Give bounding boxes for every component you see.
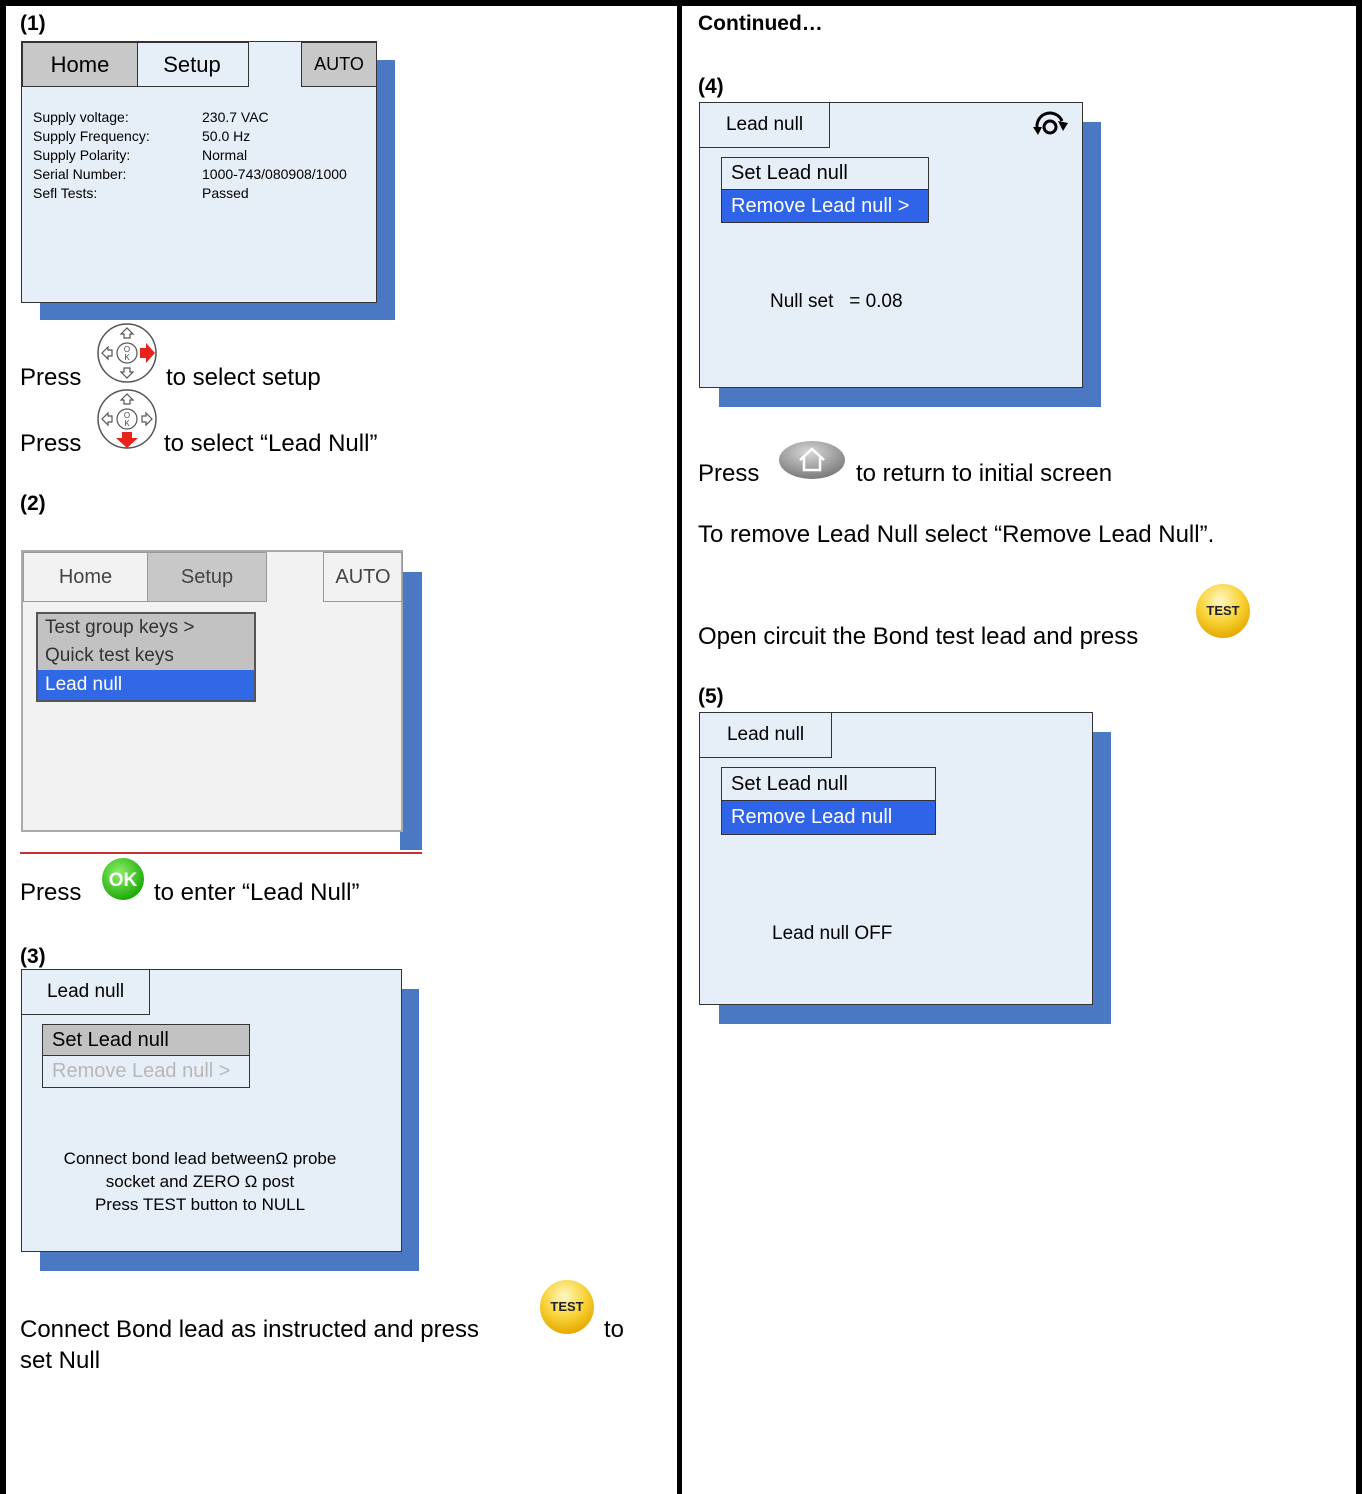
screen-1: Home Setup AUTO Supply voltage: Supply F… (21, 41, 377, 303)
svg-text:K: K (124, 353, 130, 362)
svg-text:K: K (124, 419, 130, 428)
step-1b-press: Press (20, 430, 82, 457)
menu-item-set-lead-null[interactable]: Set Lead null (722, 768, 935, 801)
test-label: TEST (1206, 603, 1239, 618)
column-divider (677, 0, 682, 1494)
menu-item-test-group-keys[interactable]: Test group keys > (38, 614, 254, 642)
info-value: 1000-743/080908/1000 (202, 166, 347, 182)
tab-lead-null[interactable]: Lead null (700, 713, 832, 758)
screen-4: Lead null Set Lead null Remove Lead null… (699, 102, 1083, 388)
info-label: Sefl Tests: (33, 185, 98, 201)
nav-pad-right-icon: O K (97, 323, 157, 383)
home-button-icon (779, 441, 845, 479)
step-3-line2: set Null (20, 1347, 101, 1374)
info-labels: Supply voltage: Supply Frequency: Supply… (33, 108, 150, 203)
menu-item-set-lead-null[interactable]: Set Lead null (722, 158, 928, 190)
screen-3: Lead null Set Lead null Remove Lead null… (21, 969, 402, 1252)
step-2-text: to enter “Lead Null” (154, 879, 360, 906)
step-4-press: Press (698, 460, 760, 487)
menu-item-lead-null[interactable]: Lead null (38, 670, 254, 700)
mode-auto[interactable]: AUTO (323, 552, 403, 602)
continued-header: Continued… (698, 12, 823, 35)
test-label: TEST (550, 1299, 583, 1314)
open-circuit-text: Open circuit the Bond test lead and pres… (698, 623, 1139, 650)
ok-label: OK (109, 870, 138, 891)
info-value: Passed (202, 185, 249, 201)
instruction-line: socket and ZERO Ω post (105, 1172, 295, 1191)
info-values: 230.7 VAC 50.0 Hz Normal 1000-743/080908… (202, 108, 347, 203)
nav-pad-down-icon: O K (97, 389, 157, 449)
menu-item-set-lead-null[interactable]: Set Lead null (43, 1025, 249, 1056)
null-set-status: Null set = 0.08 (770, 291, 903, 312)
info-value: Normal (202, 147, 248, 163)
tab-setup[interactable]: Setup (147, 552, 267, 602)
lead-null-menu: Set Lead null Remove Lead null (721, 767, 936, 835)
step-5-label: (5) (698, 685, 724, 708)
lead-null-menu: Set Lead null Remove Lead null > (42, 1024, 250, 1088)
instruction-line: Press TEST button to NULL (94, 1195, 306, 1214)
screen-5: Lead null Set Lead null Remove Lead null… (699, 712, 1093, 1005)
test-button-icon: TEST (540, 1280, 594, 1334)
connect-instructions: Connect bond lead betweenΩ probe socket … (22, 1147, 378, 1216)
mode-auto[interactable]: AUTO (301, 42, 377, 87)
step-3-label: (3) (20, 945, 46, 968)
tab-setup[interactable]: Setup (136, 42, 249, 87)
menu-item-remove-lead-null[interactable]: Remove Lead null (722, 801, 935, 834)
screen-2-shadow (400, 572, 422, 850)
tab-lead-null[interactable]: Lead null (22, 970, 150, 1015)
screen-2: Home Setup AUTO Test group keys > Quick … (21, 550, 403, 832)
info-value: 50.0 Hz (202, 128, 251, 144)
lead-null-menu: Set Lead null Remove Lead null > (721, 157, 929, 223)
remove-lead-null-text: To remove Lead Null select “Remove Lead … (698, 521, 1215, 548)
step-1a-press: Press (20, 364, 82, 391)
info-label: Serial Number: (33, 166, 127, 182)
step-2-press: Press (20, 879, 82, 906)
menu-item-remove-lead-null[interactable]: Remove Lead null > (722, 190, 928, 222)
step-1b-text: to select “Lead Null” (164, 430, 378, 457)
tab-lead-null[interactable]: Lead null (700, 103, 830, 148)
left-border (0, 0, 6, 1494)
ok-button-icon: OK (102, 858, 144, 900)
divider-line (20, 852, 422, 854)
right-border (1356, 0, 1362, 1494)
step-1-label: (1) (20, 12, 46, 35)
info-label: Supply Polarity: (33, 147, 131, 163)
step-1a-text: to select setup (166, 364, 321, 391)
info-value: 230.7 VAC (202, 109, 269, 125)
test-button-icon: TEST (1196, 584, 1250, 638)
tab-home[interactable]: Home (22, 42, 138, 87)
lead-null-status: Lead null OFF (772, 923, 893, 944)
menu-item-quick-test-keys[interactable]: Quick test keys (38, 642, 254, 670)
setup-menu: Test group keys > Quick test keys Lead n… (36, 612, 256, 702)
step-2-label: (2) (20, 492, 46, 515)
instruction-line: Connect bond lead betweenΩ probe (63, 1149, 337, 1168)
step-3-to: to (604, 1316, 625, 1343)
step-4-label: (4) (698, 75, 724, 98)
menu-item-remove-lead-null[interactable]: Remove Lead null > (43, 1056, 249, 1087)
rotary-dial-icon (1033, 111, 1068, 135)
tab-home[interactable]: Home (23, 552, 148, 602)
step-4-text: to return to initial screen (856, 460, 1113, 487)
info-label: Supply voltage: (33, 109, 129, 125)
step-3-text: Connect Bond lead as instructed and pres… (20, 1316, 479, 1343)
info-label: Supply Frequency: (33, 128, 150, 144)
